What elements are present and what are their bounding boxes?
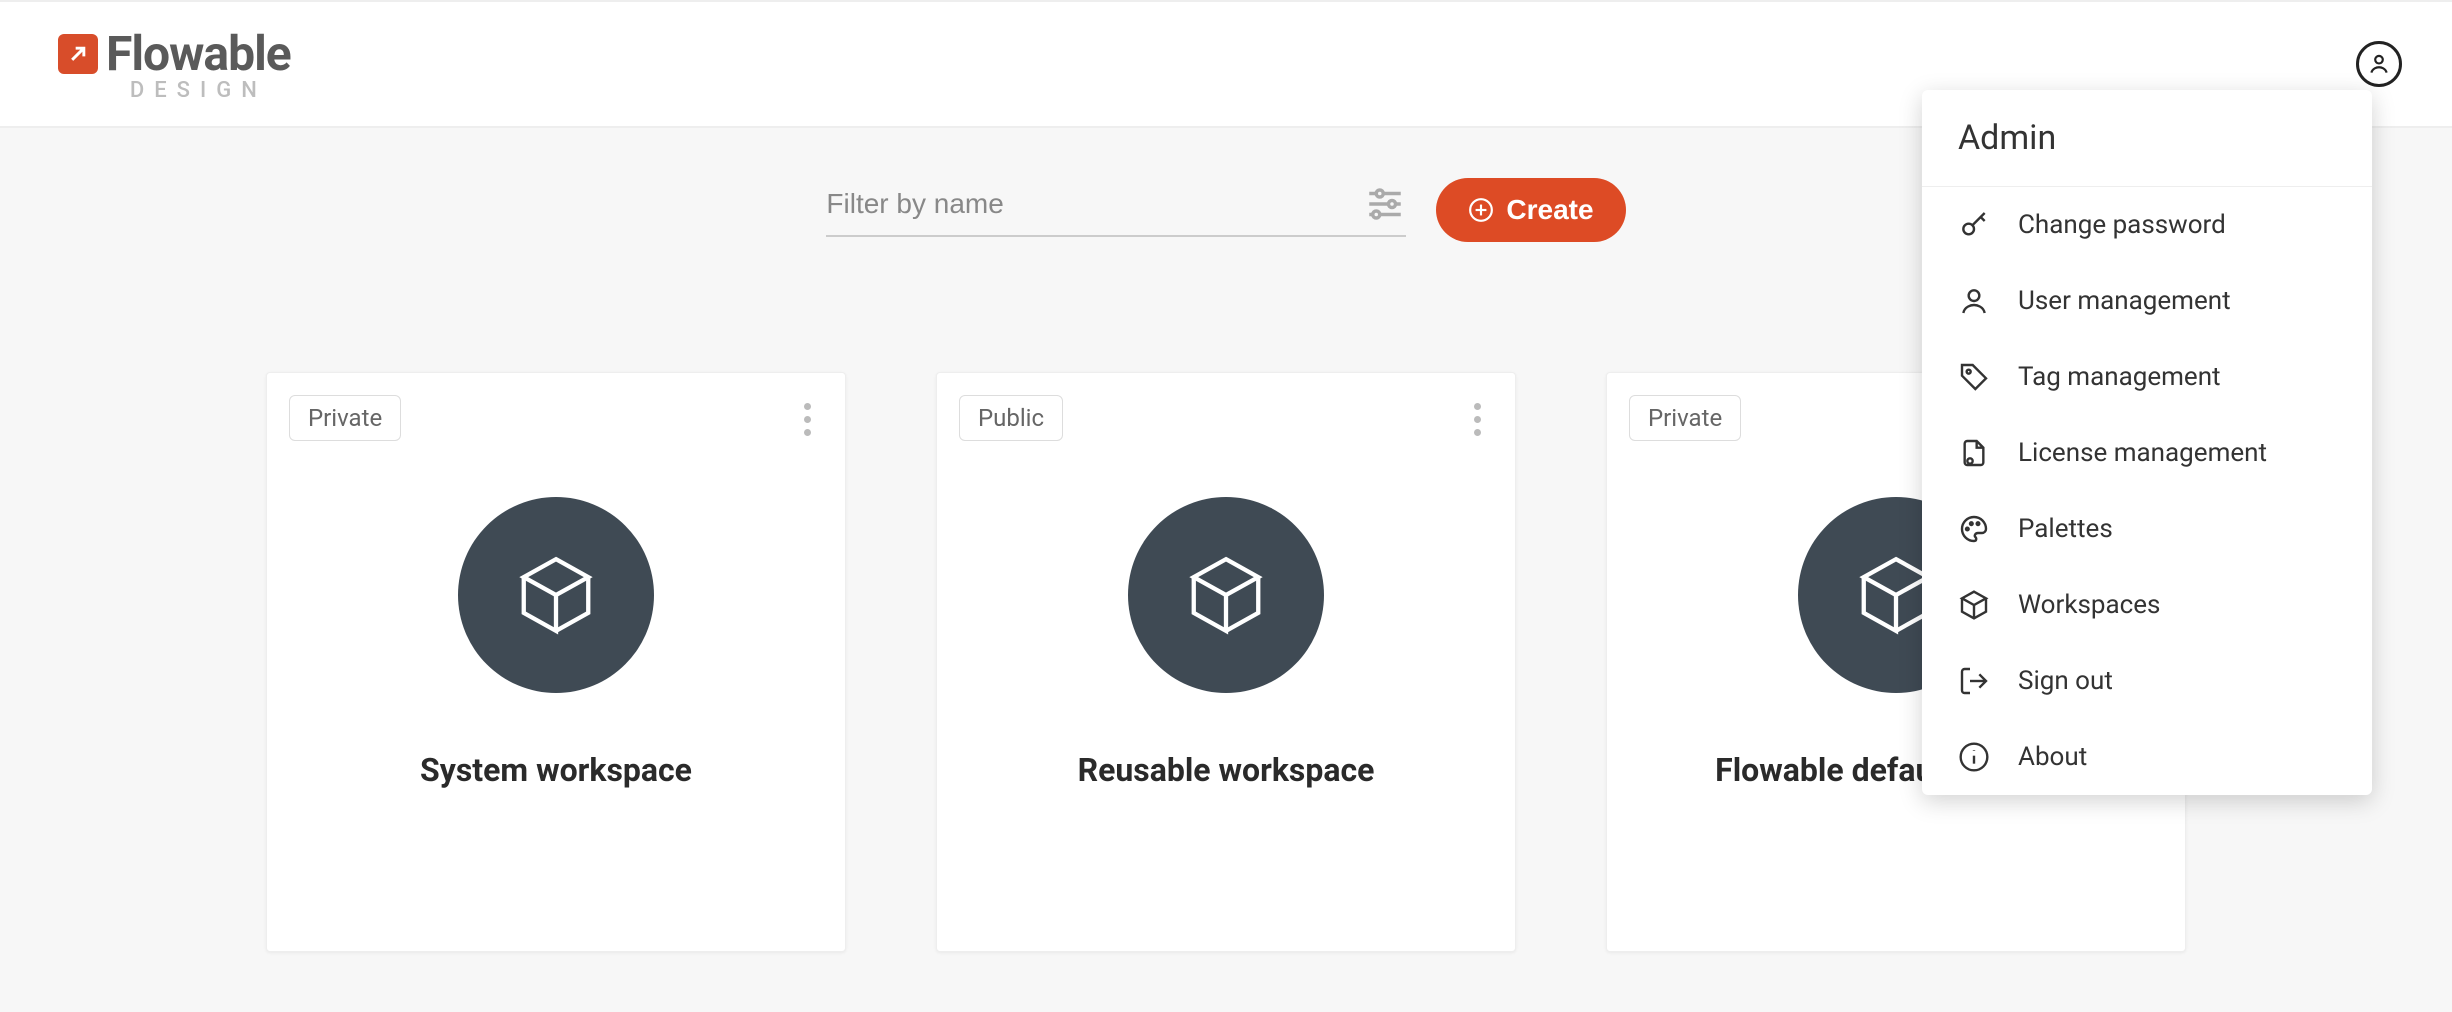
visibility-badge: Public — [959, 395, 1063, 441]
menu-item-label: About — [2018, 742, 2336, 772]
cube-icon — [458, 497, 654, 693]
card-menu-button[interactable] — [1461, 395, 1493, 443]
menu-item-change-password[interactable]: Change password — [1922, 187, 2372, 263]
user-icon — [1958, 285, 1990, 317]
menu-item-label: Palettes — [2018, 514, 2336, 544]
filter-wrap — [826, 183, 1406, 237]
menu-item-label: Tag management — [2018, 362, 2336, 392]
sliders-icon[interactable] — [1364, 183, 1406, 225]
visibility-badge: Private — [289, 395, 401, 441]
create-button[interactable]: Create — [1436, 178, 1625, 242]
cube-icon — [1128, 497, 1324, 693]
menu-item-palettes[interactable]: Palettes — [1922, 491, 2372, 567]
menu-item-workspaces[interactable]: Workspaces — [1922, 567, 2372, 643]
palette-icon — [1958, 513, 1990, 545]
key-icon — [1958, 209, 1990, 241]
menu-item-label: Workspaces — [2018, 590, 2336, 620]
menu-item-label: License management — [2018, 438, 2336, 468]
create-label: Create — [1506, 194, 1593, 226]
tag-icon — [1958, 361, 1990, 393]
card-menu-button[interactable] — [791, 395, 823, 443]
visibility-badge: Private — [1629, 395, 1741, 441]
menu-item-sign-out[interactable]: Sign out — [1922, 643, 2372, 719]
menu-item-user-management[interactable]: User management — [1922, 263, 2372, 339]
user-dropdown-menu: Admin Change password User management Ta… — [1922, 90, 2372, 795]
menu-item-about[interactable]: About — [1922, 719, 2372, 795]
card-title: System workspace — [400, 751, 712, 789]
menu-title: Admin — [1922, 90, 2372, 187]
workspace-card[interactable]: Public Reusable workspace — [936, 372, 1516, 952]
user-menu-button[interactable] — [2356, 41, 2402, 87]
brand-logo[interactable]: Flowable DESIGN — [58, 25, 291, 103]
license-icon — [1958, 437, 1990, 469]
plus-circle-icon — [1468, 197, 1494, 223]
menu-item-tag-management[interactable]: Tag management — [1922, 339, 2372, 415]
signout-icon — [1958, 665, 1990, 697]
menu-item-label: User management — [2018, 286, 2336, 316]
filter-input[interactable] — [826, 188, 1364, 220]
menu-item-label: Change password — [2018, 210, 2336, 240]
workspace-card[interactable]: Private System workspace — [266, 372, 846, 952]
card-title: Reusable workspace — [1058, 751, 1395, 789]
cube-icon — [1958, 589, 1990, 621]
info-icon — [1958, 741, 1990, 773]
brand-name: Flowable — [106, 25, 291, 82]
menu-item-label: Sign out — [2018, 666, 2336, 696]
brand-sub: DESIGN — [130, 78, 267, 103]
logo-mark-icon — [58, 34, 98, 74]
menu-item-license-management[interactable]: License management — [1922, 415, 2372, 491]
